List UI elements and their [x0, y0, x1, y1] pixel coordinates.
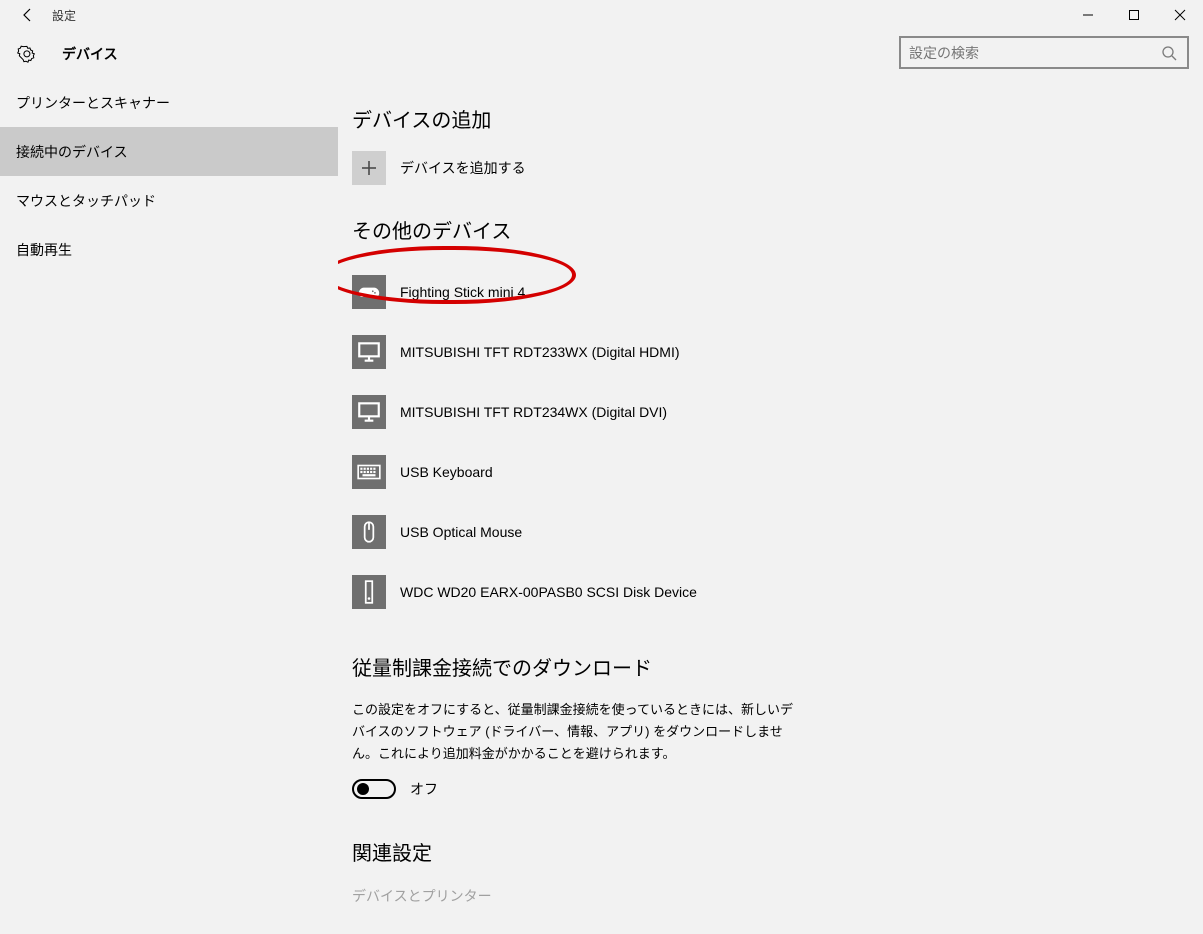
window-title: 設定	[52, 7, 76, 24]
link-label: デバイスとプリンター	[352, 888, 492, 904]
page-title: デバイス	[62, 44, 118, 64]
device-row-fighting-stick[interactable]: Fighting Stick mini 4	[352, 262, 1189, 322]
titlebar: 設定	[0, 0, 1203, 30]
window-buttons	[1065, 0, 1203, 30]
device-label: MITSUBISHI TFT RDT234WX (Digital DVI)	[400, 404, 667, 420]
related-link-devices-printers[interactable]: デバイスとプリンター	[352, 886, 1189, 906]
sidebar-item-mouse-touchpad[interactable]: マウスとタッチパッド	[0, 176, 338, 225]
toggle-label: オフ	[410, 779, 438, 799]
metered-toggle-row: オフ	[352, 779, 1189, 799]
add-device-label: デバイスを追加する	[400, 158, 526, 178]
search-box[interactable]	[899, 36, 1189, 69]
metered-description: この設定をオフにすると、従量制課金接続を使っているときには、新しいデバイスのソフ…	[352, 699, 800, 765]
toggle-knob	[357, 783, 369, 795]
metered-heading: 従量制課金接続でのダウンロード	[352, 652, 1189, 681]
maximize-button[interactable]	[1111, 0, 1157, 30]
sidebar-item-label: マウスとタッチパッド	[16, 191, 156, 211]
other-devices-heading: その他のデバイス	[352, 215, 1189, 244]
sidebar-item-label: プリンターとスキャナー	[16, 93, 170, 113]
gamepad-icon	[352, 275, 386, 309]
device-label: Fighting Stick mini 4	[400, 284, 525, 300]
device-row-monitor-2[interactable]: MITSUBISHI TFT RDT234WX (Digital DVI)	[352, 382, 1189, 442]
sidebar: プリンターとスキャナー 接続中のデバイス マウスとタッチパッド 自動再生	[0, 78, 338, 934]
device-row-disk[interactable]: WDC WD20 EARX-00PASB0 SCSI Disk Device	[352, 562, 1189, 622]
keyboard-icon	[352, 455, 386, 489]
device-label: WDC WD20 EARX-00PASB0 SCSI Disk Device	[400, 584, 697, 600]
mouse-icon	[352, 515, 386, 549]
related-heading: 関連設定	[352, 837, 1189, 866]
sidebar-item-printers[interactable]: プリンターとスキャナー	[0, 78, 338, 127]
minimize-button[interactable]	[1065, 0, 1111, 30]
device-row-monitor-1[interactable]: MITSUBISHI TFT RDT233WX (Digital HDMI)	[352, 322, 1189, 382]
content: デバイスの追加 デバイスを追加する その他のデバイス Fighting Stic…	[338, 78, 1203, 934]
add-device-button[interactable]: デバイスを追加する	[352, 151, 1189, 185]
device-label: USB Optical Mouse	[400, 524, 522, 540]
device-row-keyboard[interactable]: USB Keyboard	[352, 442, 1189, 502]
header: デバイス	[0, 30, 1203, 78]
search-input[interactable]	[909, 45, 1159, 61]
device-label: USB Keyboard	[400, 464, 493, 480]
close-button[interactable]	[1157, 0, 1203, 30]
device-row-mouse[interactable]: USB Optical Mouse	[352, 502, 1189, 562]
metered-toggle[interactable]	[352, 779, 396, 799]
sidebar-item-label: 自動再生	[16, 240, 72, 260]
sidebar-item-autoplay[interactable]: 自動再生	[0, 225, 338, 274]
search-icon	[1159, 45, 1179, 61]
monitor-icon	[352, 335, 386, 369]
monitor-icon	[352, 395, 386, 429]
gear-icon	[14, 30, 40, 78]
sidebar-item-label: 接続中のデバイス	[16, 142, 128, 162]
sidebar-item-connected-devices[interactable]: 接続中のデバイス	[0, 127, 338, 176]
drive-icon	[352, 575, 386, 609]
add-device-heading: デバイスの追加	[352, 104, 1189, 133]
back-button[interactable]	[6, 0, 50, 30]
plus-icon	[352, 151, 386, 185]
device-label: MITSUBISHI TFT RDT233WX (Digital HDMI)	[400, 344, 680, 360]
